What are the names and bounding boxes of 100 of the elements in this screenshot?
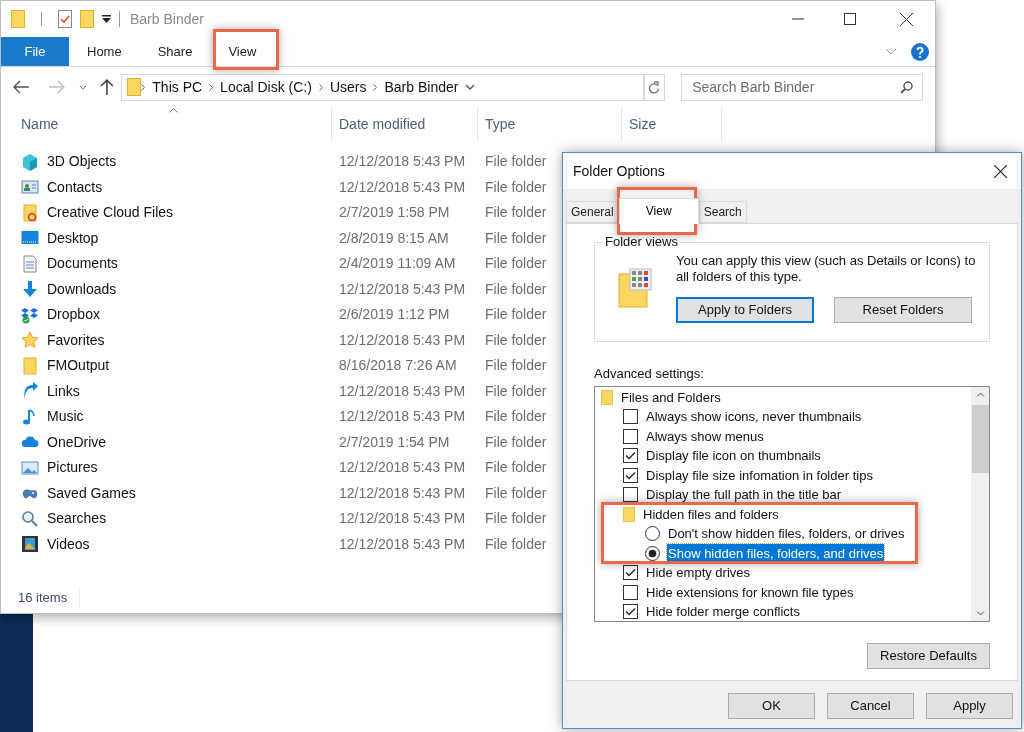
- chevron-right-icon[interactable]: [318, 83, 323, 91]
- option-label[interactable]: Don't show hidden files, folders, or drives: [667, 524, 906, 544]
- address-bar[interactable]: This PC Local Disk (C:) Users Barb Binder: [121, 73, 645, 101]
- option-label[interactable]: Always show menus: [645, 426, 765, 446]
- table-cell-text: 2/6/2019 1:12 PM: [339, 305, 451, 325]
- restore-defaults-button[interactable]: Restore Defaults: [867, 642, 990, 669]
- folder-grid-icon: [618, 268, 652, 308]
- radio-button[interactable]: [645, 526, 660, 542]
- description-text: You can apply this view (such as Details or Icons) to all folders of this type.: [676, 253, 977, 285]
- chevron-right-icon[interactable]: [209, 83, 214, 91]
- breadcrumb[interactable]: Local Disk (C:): [220, 76, 312, 98]
- close-icon[interactable]: [993, 164, 1007, 178]
- breadcrumb[interactable]: Users: [329, 76, 367, 98]
- file-name[interactable]: Creative Cloud Files: [47, 202, 331, 224]
- dialog-button[interactable]: Apply to Folders: [676, 297, 814, 323]
- maximize-icon[interactable]: [844, 13, 856, 25]
- breadcrumb[interactable]: Barb Binder: [384, 76, 459, 98]
- scrollbar-thumb[interactable]: [971, 404, 989, 473]
- table-cell-text: File folder: [485, 305, 548, 325]
- film-icon: [21, 535, 39, 554]
- dropdown-icon[interactable]: [102, 15, 111, 23]
- option-label[interactable]: Always show icons, never thumbnails: [645, 407, 863, 427]
- chevron-right-icon[interactable]: [373, 83, 378, 91]
- file-name[interactable]: Desktop: [47, 227, 331, 249]
- dialog-button[interactable]: Apply: [926, 693, 1013, 719]
- contact-card-icon: [21, 178, 39, 197]
- table-cell-text: File folder: [485, 458, 548, 478]
- file-name[interactable]: Music: [47, 406, 331, 428]
- chevron-right-icon[interactable]: [141, 83, 146, 91]
- file-name[interactable]: 3D Objects: [47, 151, 331, 173]
- breadcrumb[interactable]: This PC: [152, 76, 203, 98]
- checklist-icon[interactable]: [58, 10, 72, 28]
- refresh-button[interactable]: [643, 73, 666, 101]
- checkbox[interactable]: [623, 467, 638, 483]
- dialog-tab[interactable]: General: [566, 201, 619, 223]
- table-cell-text: File folder: [485, 509, 548, 529]
- radio-button[interactable]: [645, 545, 660, 561]
- file-name[interactable]: Searches: [47, 508, 331, 530]
- option-label[interactable]: Hide empty drives: [645, 563, 752, 583]
- file-name[interactable]: OneDrive: [47, 431, 331, 453]
- ribbon-tab[interactable]: Home: [69, 37, 140, 66]
- checkbox[interactable]: [623, 448, 638, 464]
- column-header[interactable]: Date modified: [331, 107, 477, 141]
- chevron-down-icon[interactable]: [465, 84, 476, 90]
- dialog-button[interactable]: Reset Folders: [834, 297, 972, 323]
- checkbox[interactable]: [623, 428, 638, 444]
- checkbox[interactable]: [623, 604, 638, 620]
- window-title: Barb Binder: [130, 9, 204, 29]
- file-tab[interactable]: File: [1, 37, 69, 66]
- column-header[interactable]: Size: [621, 107, 721, 141]
- option-label[interactable]: Display file icon on thumbnails: [645, 446, 822, 466]
- option-label[interactable]: Display file size infomation in folder tips: [645, 465, 874, 485]
- chevron-down-icon[interactable]: [78, 84, 87, 90]
- dialog-tab[interactable]: Search: [698, 201, 747, 223]
- search-field[interactable]: Search Barb Binder: [681, 73, 923, 101]
- file-name[interactable]: Contacts: [47, 176, 331, 198]
- help-icon[interactable]: [911, 42, 929, 61]
- checkbox[interactable]: [623, 487, 638, 503]
- file-name[interactable]: Dropbox: [47, 304, 331, 326]
- table-cell-text: File folder: [485, 432, 548, 452]
- option-label[interactable]: Hide extensions for known file types: [645, 582, 855, 602]
- option-label[interactable]: Hide folder merge conflicts: [645, 602, 801, 621]
- file-name[interactable]: FMOutput: [47, 355, 331, 377]
- table-cell-text: File folder: [485, 381, 548, 401]
- ribbon-tab[interactable]: Share: [139, 37, 211, 66]
- refresh-icon[interactable]: [648, 80, 661, 94]
- column-header[interactable]: Name: [1, 107, 331, 141]
- column-header[interactable]: Type: [477, 107, 621, 141]
- file-name[interactable]: Links: [47, 380, 331, 402]
- dialog-tab[interactable]: View: [618, 198, 699, 224]
- table-cell-text: 12/12/2018 5:43 PM: [339, 534, 467, 554]
- up-arrow-icon[interactable]: [100, 79, 115, 95]
- checkbox[interactable]: [623, 584, 638, 600]
- table-cell-text: 12/12/2018 5:43 PM: [339, 177, 467, 197]
- file-name[interactable]: Pictures: [47, 457, 331, 479]
- file-name[interactable]: Videos: [47, 533, 331, 555]
- checkbox[interactable]: [623, 565, 638, 581]
- option-label[interactable]: Display the full path in the title bar: [645, 485, 843, 505]
- option-label[interactable]: Show hidden files, folders, and drives: [667, 543, 885, 563]
- file-name[interactable]: Downloads: [47, 278, 331, 300]
- file-name[interactable]: Documents: [47, 253, 331, 275]
- close-icon[interactable]: [899, 12, 913, 26]
- ribbon-tab[interactable]: View: [210, 37, 275, 66]
- magnifier-icon: [21, 509, 39, 528]
- status-bar-text: 16 items: [18, 588, 81, 608]
- checkbox[interactable]: [623, 409, 638, 425]
- category-label: Files and Folders: [620, 388, 722, 407]
- scrollbar[interactable]: [971, 386, 989, 621]
- table-cell-text: File folder: [485, 407, 548, 427]
- dialog-button[interactable]: OK: [728, 693, 815, 719]
- dialog-button[interactable]: Cancel: [827, 693, 914, 719]
- folder-icon: [601, 389, 613, 405]
- folder-icon: [127, 78, 142, 96]
- file-name[interactable]: Saved Games: [47, 482, 331, 504]
- table-cell-text: 12/12/2018 5:43 PM: [339, 407, 467, 427]
- document-icon: [21, 254, 39, 273]
- file-name[interactable]: Favorites: [47, 329, 331, 351]
- back-arrow-icon[interactable]: [13, 80, 29, 94]
- picture-icon: [21, 458, 39, 477]
- cube-icon: [21, 152, 39, 171]
